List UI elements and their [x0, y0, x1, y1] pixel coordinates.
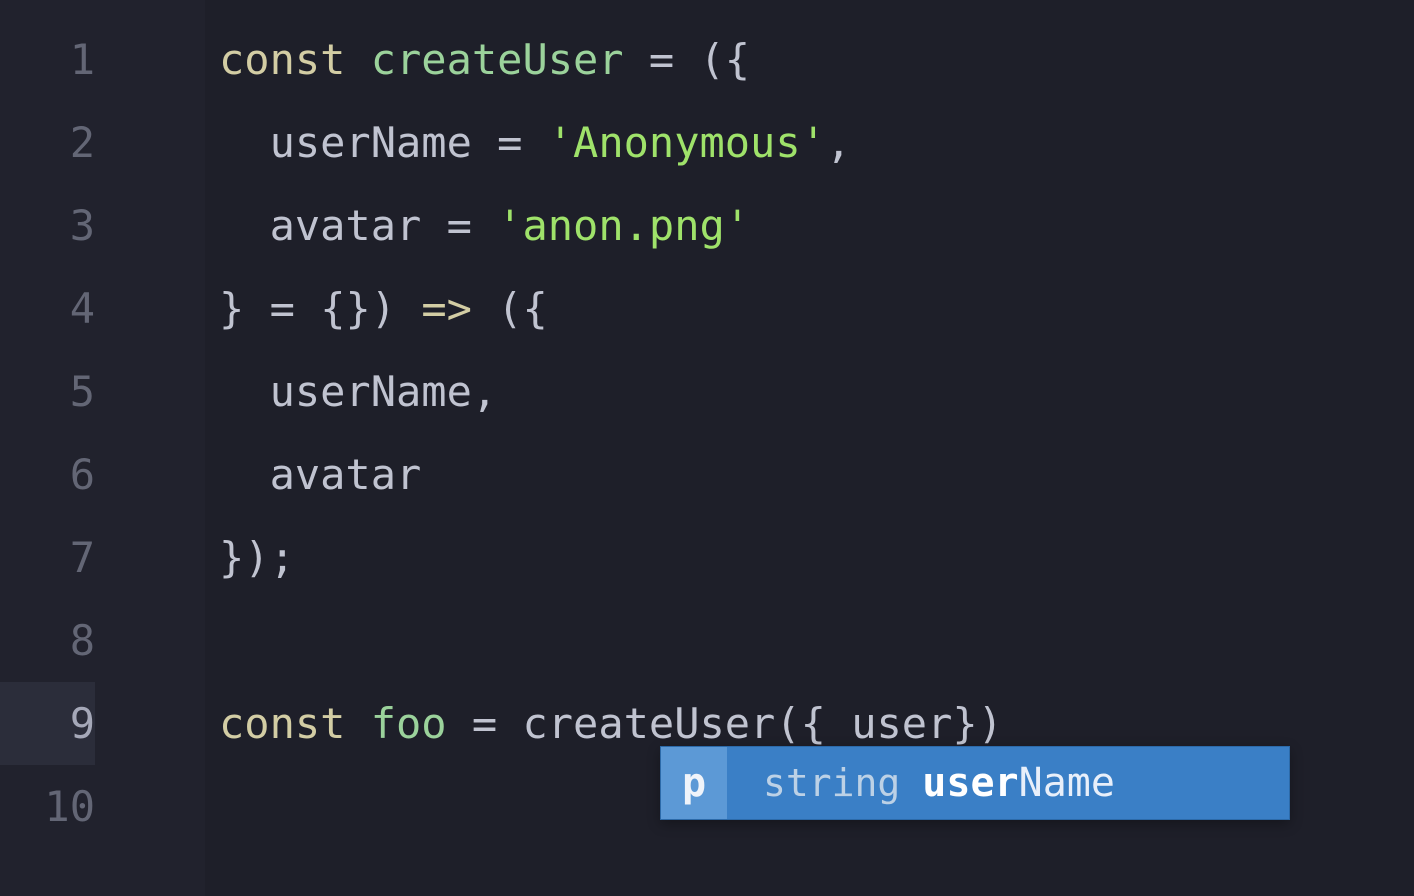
prop-userName: userName — [270, 367, 472, 416]
line-number: 2 — [0, 101, 95, 184]
string-literal: 'anon.png' — [497, 201, 750, 250]
string-literal: 'Anonymous' — [548, 118, 826, 167]
param-avatar: avatar — [270, 201, 422, 250]
code-line[interactable]: userName = 'Anonymous', — [205, 101, 1414, 184]
code-line-empty[interactable] — [205, 599, 1414, 682]
code-line[interactable]: userName, — [205, 350, 1414, 433]
line-number-gutter: 1 2 3 4 5 6 7 8 9 10 — [0, 0, 205, 896]
arrow-operator: => — [421, 284, 472, 333]
code-line[interactable]: } = {}) => ({ — [205, 267, 1414, 350]
line-number: 6 — [0, 433, 95, 516]
line-number-active: 9 — [0, 682, 95, 765]
line-number: 10 — [0, 765, 95, 848]
line-number: 1 — [0, 18, 95, 101]
autocomplete-popup[interactable]: p string userName — [660, 746, 1290, 820]
line-number: 4 — [0, 267, 95, 350]
suggestion-item[interactable]: string userName — [727, 760, 1115, 806]
code-line[interactable]: avatar = 'anon.png' — [205, 184, 1414, 267]
param-userName: userName — [270, 118, 472, 167]
code-line[interactable]: avatar — [205, 433, 1414, 516]
suggestion-kind-icon: p — [661, 747, 727, 819]
code-line[interactable]: }); — [205, 516, 1414, 599]
keyword-const: const — [219, 35, 345, 84]
keyword-const: const — [219, 699, 345, 748]
line-number: 3 — [0, 184, 95, 267]
call-createUser: createUser — [522, 699, 775, 748]
line-number: 5 — [0, 350, 95, 433]
code-editor[interactable]: 1 2 3 4 5 6 7 8 9 10 const createUser = … — [0, 0, 1414, 896]
identifier-createUser: createUser — [371, 35, 624, 84]
suggestion-label: userName — [922, 760, 1115, 806]
code-line[interactable]: const createUser = ({ — [205, 18, 1414, 101]
prop-avatar: avatar — [270, 450, 422, 499]
line-number: 7 — [0, 516, 95, 599]
identifier-foo: foo — [371, 699, 447, 748]
line-number: 8 — [0, 599, 95, 682]
suggestion-type: string — [763, 761, 900, 805]
